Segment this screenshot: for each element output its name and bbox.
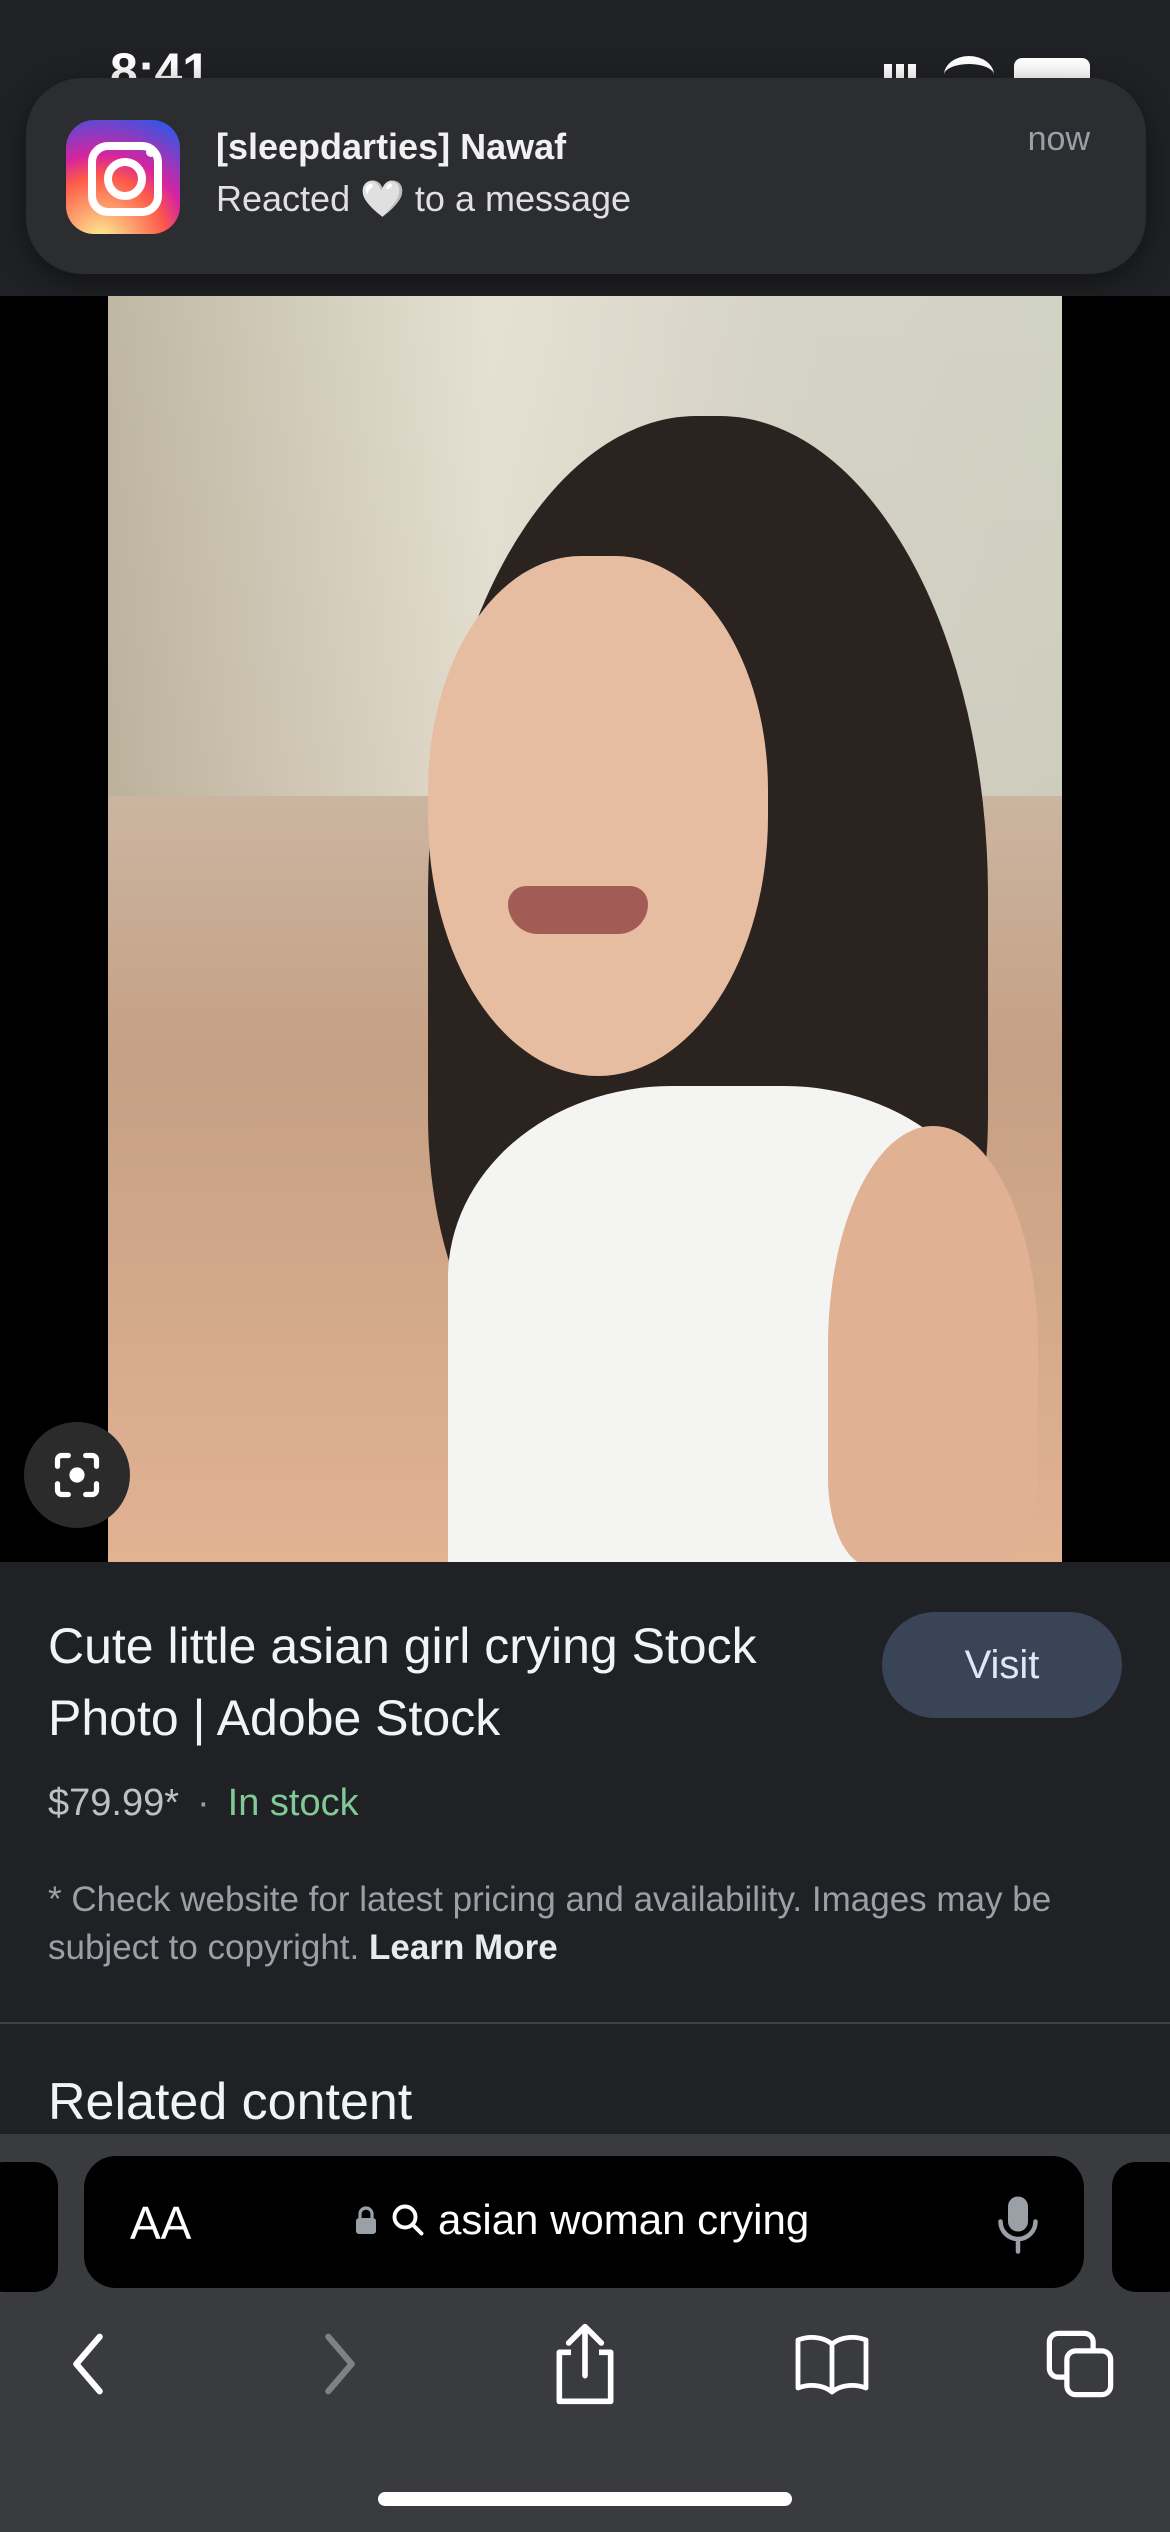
disclaimer: * Check website for latest pricing and a… bbox=[48, 1876, 1118, 1972]
separator: · bbox=[197, 1782, 210, 1824]
tabs-icon bbox=[1046, 2330, 1114, 2398]
google-lens-button[interactable] bbox=[24, 1422, 130, 1528]
previous-tab-preview[interactable] bbox=[0, 2162, 58, 2292]
instagram-icon bbox=[66, 120, 180, 234]
status-bar: 8:41 bbox=[0, 0, 1170, 99]
microphone-icon[interactable] bbox=[996, 2194, 1040, 2254]
share-button[interactable] bbox=[535, 2314, 635, 2414]
bookmarks-button[interactable] bbox=[782, 2314, 882, 2414]
lens-icon bbox=[54, 1452, 100, 1498]
result-photo[interactable] bbox=[108, 296, 1062, 1562]
back-button[interactable] bbox=[38, 2314, 138, 2414]
share-icon bbox=[556, 2323, 614, 2405]
safari-toolbar: AA asian woman crying bbox=[0, 2134, 1170, 2532]
address-bar[interactable]: AA asian woman crying bbox=[84, 2156, 1084, 2288]
notification-body: Reacted 🤍 to a message bbox=[216, 178, 632, 219]
learn-more-link[interactable]: Learn More bbox=[369, 1928, 558, 1967]
lock-icon bbox=[356, 2206, 376, 2234]
navigation-bar bbox=[0, 2314, 1170, 2414]
chevron-left-icon bbox=[73, 2333, 103, 2395]
forward-button[interactable] bbox=[290, 2314, 390, 2414]
price: $79.99* bbox=[48, 1782, 180, 1824]
book-icon bbox=[795, 2334, 869, 2395]
next-tab-preview[interactable] bbox=[1112, 2162, 1170, 2292]
instagram-notification[interactable]: [sleepdarties] Nawaf Reacted 🤍 to a mess… bbox=[26, 78, 1146, 274]
visit-button[interactable]: Visit bbox=[882, 1612, 1122, 1718]
price-row: $79.99* · In stock bbox=[48, 1782, 359, 1825]
address-content[interactable]: asian woman crying bbox=[354, 2196, 809, 2244]
search-query: asian woman crying bbox=[438, 2196, 810, 2243]
result-title[interactable]: Cute little asian girl crying Stock Phot… bbox=[48, 1610, 808, 1754]
stock-status: In stock bbox=[227, 1782, 359, 1824]
home-indicator[interactable] bbox=[378, 2492, 792, 2506]
chevron-right-icon bbox=[325, 2333, 355, 2395]
tabs-button[interactable] bbox=[1030, 2314, 1130, 2414]
divider bbox=[0, 2022, 1170, 2024]
notification-title: [sleepdarties] Nawaf bbox=[216, 126, 567, 167]
notification-time: now bbox=[1027, 120, 1090, 158]
related-heading: Related content bbox=[48, 2073, 413, 2131]
aa-label: AA bbox=[130, 2197, 192, 2249]
search-icon bbox=[392, 2204, 424, 2236]
page-settings-button[interactable]: AA bbox=[130, 2196, 191, 2250]
image-viewer[interactable] bbox=[0, 296, 1170, 1562]
